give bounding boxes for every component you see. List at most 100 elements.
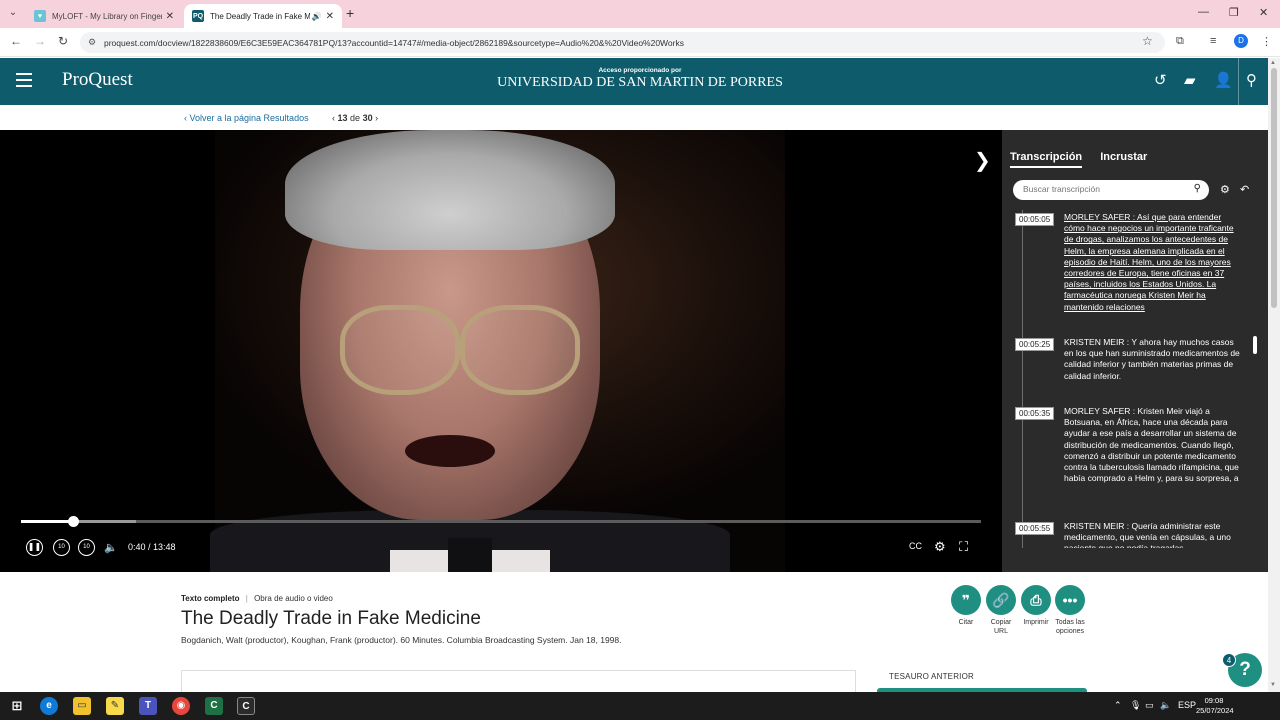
restore-icon[interactable]: ❐ (1229, 6, 1239, 19)
print-button[interactable]: ⎙ Imprimir (1019, 585, 1053, 627)
prev-result-icon[interactable]: ‹ (332, 113, 335, 123)
transcript-search[interactable]: ⚲ (1013, 180, 1209, 200)
sticky-notes-icon[interactable]: ✎ (106, 697, 124, 715)
back-to-results-link[interactable]: ‹ Volver a la página Resultados (184, 113, 309, 123)
timestamp[interactable]: 00:05:05 (1015, 213, 1055, 226)
media-control-icon[interactable]: ≡ (1210, 35, 1216, 47)
tab-transcripcion[interactable]: Transcripción (1010, 151, 1083, 168)
audio-playing-icon[interactable]: 🔊 (312, 12, 322, 21)
window-close-icon[interactable]: ✕ (1259, 6, 1268, 19)
proquest-favicon-icon: PQ (192, 10, 204, 22)
browser-menu-icon[interactable]: ⋮ (1261, 35, 1272, 48)
link-icon: 🔗 (986, 585, 1016, 615)
forward-arrow-icon[interactable]: → (34, 34, 46, 48)
network-icon[interactable]: ▭ (1145, 700, 1154, 711)
page-scrollbar[interactable]: ▲ ▼ (1268, 58, 1280, 692)
settings-gear-icon[interactable]: ⚙ (934, 539, 946, 555)
transcript-text: KRISTEN MEIR : Y ahora hay muchos casos … (1064, 337, 1240, 381)
captions-icon[interactable]: CC (909, 541, 922, 551)
results-navigation: ‹ Volver a la página Resultados ‹ 13 de … (0, 105, 1268, 130)
timestamp[interactable]: 00:05:35 (1015, 407, 1055, 420)
user-icon[interactable]: 👤 (1214, 71, 1233, 89)
next-media-arrow-icon[interactable]: ❯ (974, 148, 991, 173)
transcript-list[interactable]: 00:05:05 MORLEY SAFER : Así que para ent… (1002, 210, 1268, 548)
browser-tab-myloft[interactable]: ♥ MyLOFT - My Library on Finger ✕ (26, 4, 182, 28)
close-tab-icon[interactable]: ✕ (326, 11, 334, 22)
transcript-panel: Transcripción Incrustar ⚲ ⚙ ↶ 00:05:05 M… (1002, 130, 1268, 572)
timestamp[interactable]: 00:05:25 (1015, 338, 1055, 351)
chrome-icon[interactable]: ◉ (172, 697, 190, 715)
address-bar-row: ← → ↻ ⚙ proquest.com/docview/1822838609/… (0, 28, 1280, 57)
cite-button[interactable]: ❞ Citar (949, 585, 983, 627)
video-player[interactable]: ❯ ❚❚ 10 10 🔈 0:40 / 13:48 CC ⚙ ⛶ (0, 130, 1002, 572)
copy-url-button[interactable]: 🔗 Copiar URL (984, 585, 1018, 636)
played-bar (21, 520, 73, 523)
close-tab-icon[interactable]: ✕ (166, 11, 174, 22)
scroll-up-icon[interactable]: ▲ (1270, 60, 1276, 66)
scroll-thumb[interactable] (1271, 68, 1277, 308)
next-result-icon[interactable]: › (375, 113, 378, 123)
panel-tabs: Transcripción Incrustar (1010, 151, 1162, 168)
search-icon[interactable]: ⚲ (1246, 71, 1257, 89)
all-options-button[interactable]: ••• Todas las opciones (1053, 585, 1087, 636)
fullscreen-icon[interactable]: ⛶ (959, 539, 968, 555)
tab-search-dropdown-icon[interactable]: ⌄ (6, 7, 20, 21)
document-title: The Deadly Trade in Fake Medicine (181, 608, 481, 629)
clock[interactable]: 09:08 25/07/2024 (1196, 696, 1234, 716)
proquest-header: ProQuest Acceso proporcionado por UNIVER… (0, 58, 1268, 105)
help-badge: 4 (1222, 653, 1236, 667)
header-divider (1238, 58, 1239, 105)
recorder-icon[interactable]: C (237, 697, 255, 715)
url-field[interactable]: ⚙ proquest.com/docview/1822838609/E6C3E5… (80, 32, 1165, 53)
teams-icon[interactable]: T (139, 697, 157, 715)
access-label: Acceso proporcionado por (598, 67, 682, 74)
transcript-settings-icon[interactable]: ⚙ (1220, 183, 1230, 196)
quote-icon: ❞ (951, 585, 981, 615)
search-icon[interactable]: ⚲ (1194, 183, 1201, 194)
browser-tab-proquest[interactable]: PQ The Deadly Trade in Fake M 🔊 ✕ (184, 4, 342, 28)
tab-incrustar[interactable]: Incrustar (1100, 151, 1147, 166)
timestamp[interactable]: 00:05:55 (1015, 522, 1055, 535)
menu-hamburger-icon[interactable] (16, 73, 32, 87)
volume-icon[interactable]: 🔈 (104, 541, 118, 554)
transcript-search-input[interactable] (1023, 184, 1183, 194)
current-result: 13 (337, 113, 348, 123)
reload-icon[interactable]: ↻ (58, 34, 68, 48)
document-type: Texto completo | Obra de audio o video (181, 594, 333, 603)
language-indicator[interactable]: ESP (1178, 700, 1196, 710)
transcript-text: MORLEY SAFER : Kristen Meir viajó a Bots… (1064, 406, 1239, 484)
microphone-icon[interactable]: 🎙 (1130, 700, 1141, 711)
site-info-icon[interactable]: ⚙ (88, 37, 96, 48)
transcript-text: KRISTEN MEIR : Quería administrar este m… (1064, 521, 1231, 548)
total-results: 30 (362, 113, 373, 123)
profile-avatar[interactable]: D (1234, 34, 1248, 48)
extensions-icon[interactable]: ⧉ (1176, 35, 1184, 48)
minimize-icon[interactable]: — (1198, 6, 1209, 18)
result-pager: ‹ 13 de 30 › (332, 113, 379, 123)
seek-bar[interactable] (21, 516, 981, 527)
seek-handle[interactable] (67, 516, 79, 527)
rewind-10-icon[interactable]: 10 (53, 539, 70, 556)
edge-icon[interactable]: e (40, 697, 58, 715)
new-tab-icon[interactable]: + (346, 5, 354, 21)
print-icon: ⎙ (1021, 585, 1051, 615)
windows-start-icon[interactable]: ⊞ (8, 697, 26, 715)
tesauro-heading: TESAURO ANTERIOR (889, 672, 974, 681)
transcript-scrollbar[interactable] (1253, 336, 1257, 354)
forward-10-icon[interactable]: 10 (78, 539, 95, 556)
tray-expand-icon[interactable]: ⌃ (1114, 700, 1122, 711)
file-explorer-icon[interactable]: ▭ (73, 697, 91, 715)
windows-taskbar: ⊞ e ▭ ✎ T ◉ C C ⌃ 🎙 ▭ 🔈 ESP 09:08 25/07/… (0, 692, 1280, 720)
proquest-logo[interactable]: ProQuest (62, 69, 133, 91)
history-icon[interactable]: ↺ (1154, 71, 1167, 89)
speaker-icon[interactable]: 🔈 (1160, 700, 1171, 711)
bookmark-star-icon[interactable]: ☆ (1142, 34, 1153, 48)
back-arrow-icon[interactable]: ← (10, 34, 22, 48)
sync-return-icon[interactable]: ↶ (1240, 183, 1249, 196)
time-display: 0:40 / 13:48 (128, 542, 176, 552)
browser-tab-bar: ⌄ ♥ MyLOFT - My Library on Finger ✕ PQ T… (0, 0, 1280, 28)
camtasia-icon[interactable]: C (205, 697, 223, 715)
scroll-down-icon[interactable]: ▼ (1270, 682, 1276, 688)
pause-button[interactable]: ❚❚ (26, 539, 43, 556)
folder-icon[interactable]: ▰ (1184, 71, 1196, 89)
